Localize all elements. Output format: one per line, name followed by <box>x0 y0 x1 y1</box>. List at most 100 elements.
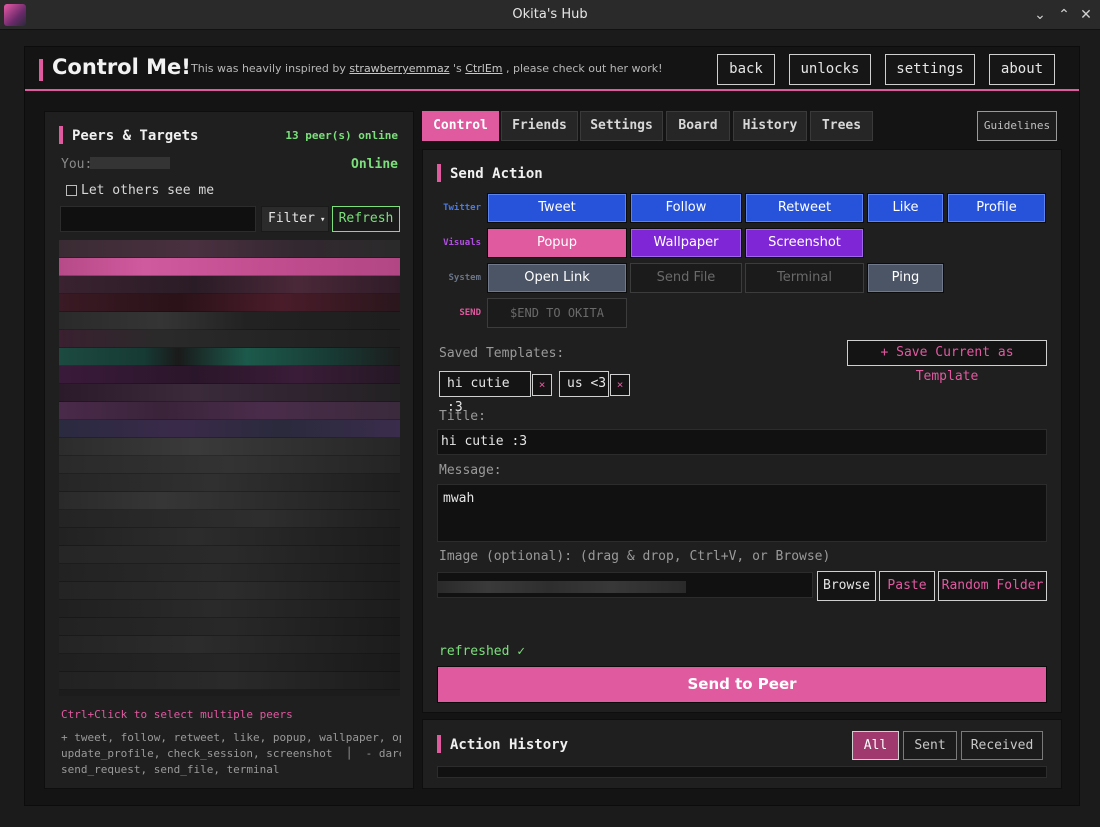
remove-template-icon[interactable]: × <box>532 374 552 396</box>
maximize-icon[interactable]: ⌃ <box>1054 5 1074 25</box>
retweet-button[interactable]: Retweet <box>745 193 864 223</box>
history-filter-all[interactable]: All <box>852 731 899 760</box>
list-item[interactable] <box>59 618 400 636</box>
history-filter-received[interactable]: Received <box>961 731 1043 760</box>
credit-project-link[interactable]: CtrlEm <box>465 62 502 75</box>
send-to-peer-button[interactable]: Send to Peer <box>437 666 1047 703</box>
header-accent-bar <box>39 59 43 81</box>
guidelines-button[interactable]: Guidelines <box>977 111 1057 141</box>
credit-text-mid: 's <box>449 62 466 75</box>
wallpaper-button[interactable]: Wallpaper <box>630 228 742 258</box>
allowed-actions-list: + tweet, follow, retweet, like, popup, w… <box>61 730 401 778</box>
paste-button[interactable]: Paste <box>879 571 935 601</box>
screenshot-button[interactable]: Screenshot <box>745 228 864 258</box>
peers-panel: Peers & Targets 13 peer(s) online You: O… <box>44 111 414 789</box>
list-item[interactable] <box>59 474 400 492</box>
ping-button[interactable]: Ping <box>867 263 944 293</box>
save-template-button[interactable]: + Save Current as Template <box>847 340 1047 384</box>
visibility-checkbox[interactable] <box>66 185 77 196</box>
list-item[interactable] <box>59 402 400 420</box>
like-button[interactable]: Like <box>867 193 944 223</box>
credit-text-pre: This was heavily inspired by <box>191 62 350 75</box>
credit-text-post: , please check out her work! <box>502 62 663 75</box>
filter-dropdown[interactable]: Filter ▾ <box>261 206 329 232</box>
app-frame: Control Me! This was heavily inspired by… <box>24 46 1080 806</box>
list-item[interactable] <box>59 330 400 348</box>
peers-online-count: 13 peer(s) online <box>285 129 398 142</box>
tab-history[interactable]: History <box>733 111 807 141</box>
send-category-label: SEND <box>459 308 481 318</box>
list-item[interactable] <box>59 600 400 618</box>
multi-select-hint: Ctrl+Click to select multiple peers <box>61 708 293 721</box>
list-item[interactable] <box>59 528 400 546</box>
send-file-button[interactable]: Send File <box>630 263 742 293</box>
terminal-button[interactable]: Terminal <box>745 263 864 293</box>
list-item[interactable] <box>59 636 400 654</box>
list-item[interactable] <box>59 492 400 510</box>
tweet-button[interactable]: Tweet <box>487 193 627 223</box>
send-to-okita-button[interactable]: $END TO OKITA <box>487 298 627 328</box>
peers-accent-bar <box>59 126 63 144</box>
back-button[interactable]: back <box>717 54 775 85</box>
list-item[interactable] <box>59 654 400 672</box>
follow-button[interactable]: Follow <box>630 193 742 223</box>
list-item[interactable] <box>59 438 400 456</box>
history-accent-bar <box>437 735 441 753</box>
list-item[interactable] <box>59 312 400 330</box>
remove-template-icon[interactable]: × <box>610 374 630 396</box>
profile-button[interactable]: Profile <box>947 193 1046 223</box>
history-list[interactable] <box>437 766 1047 778</box>
random-folder-button[interactable]: Random Folder <box>938 571 1047 601</box>
list-item[interactable] <box>59 582 400 600</box>
list-item[interactable] <box>59 456 400 474</box>
system-category-label: System <box>448 273 481 283</box>
list-item[interactable] <box>59 672 400 690</box>
list-item[interactable] <box>59 276 400 294</box>
message-label: Message: <box>439 463 502 478</box>
unlocks-button[interactable]: unlocks <box>789 54 871 85</box>
header-credit: This was heavily inspired by strawberrye… <box>191 62 663 75</box>
settings-button[interactable]: settings <box>885 54 975 85</box>
minimize-icon[interactable]: ⌄ <box>1030 5 1050 25</box>
filter-label: Filter <box>268 211 315 226</box>
peers-title: Peers & Targets <box>72 128 199 144</box>
peer-list[interactable] <box>59 240 400 696</box>
list-item[interactable] <box>59 420 400 438</box>
list-item[interactable] <box>59 240 400 258</box>
message-textarea[interactable]: mwah <box>437 484 1047 542</box>
templates-label: Saved Templates: <box>439 346 565 361</box>
image-path-input[interactable] <box>437 572 813 598</box>
list-item[interactable] <box>59 546 400 564</box>
window-title: Okita's Hub <box>512 7 588 22</box>
credit-user-link[interactable]: strawberryemmaz <box>349 62 449 75</box>
close-icon[interactable]: ✕ <box>1076 5 1096 25</box>
history-filter-sent[interactable]: Sent <box>903 731 957 760</box>
tab-control[interactable]: Control <box>422 111 499 141</box>
refresh-button[interactable]: Refresh <box>332 206 400 232</box>
peer-search-input[interactable] <box>60 206 256 232</box>
list-item[interactable] <box>59 294 400 312</box>
title-input[interactable]: hi cutie :3 <box>437 429 1047 455</box>
title-label: Title: <box>439 409 486 424</box>
send-action-title: Send Action <box>450 166 543 182</box>
list-item[interactable] <box>59 348 400 366</box>
tab-settings[interactable]: Settings <box>580 111 663 141</box>
list-item[interactable] <box>59 564 400 582</box>
app-header: Control Me! This was heavily inspired by… <box>25 47 1079 91</box>
template-chip[interactable]: us <3 <box>559 371 609 397</box>
history-title: Action History <box>450 737 569 753</box>
list-item[interactable] <box>59 366 400 384</box>
list-item[interactable] <box>59 258 400 276</box>
open-link-button[interactable]: Open Link <box>487 263 627 293</box>
window-titlebar: Okita's Hub ⌄ ⌃ ✕ <box>0 0 1100 30</box>
tab-trees[interactable]: Trees <box>810 111 873 141</box>
twitter-category-label: Twitter <box>443 203 481 213</box>
list-item[interactable] <box>59 384 400 402</box>
tab-board[interactable]: Board <box>666 111 730 141</box>
list-item[interactable] <box>59 510 400 528</box>
browse-button[interactable]: Browse <box>817 571 876 601</box>
popup-button[interactable]: Popup <box>487 228 627 258</box>
about-button[interactable]: about <box>989 54 1055 85</box>
template-chip[interactable]: hi cutie :3 <box>439 371 531 415</box>
tab-friends[interactable]: Friends <box>501 111 578 141</box>
